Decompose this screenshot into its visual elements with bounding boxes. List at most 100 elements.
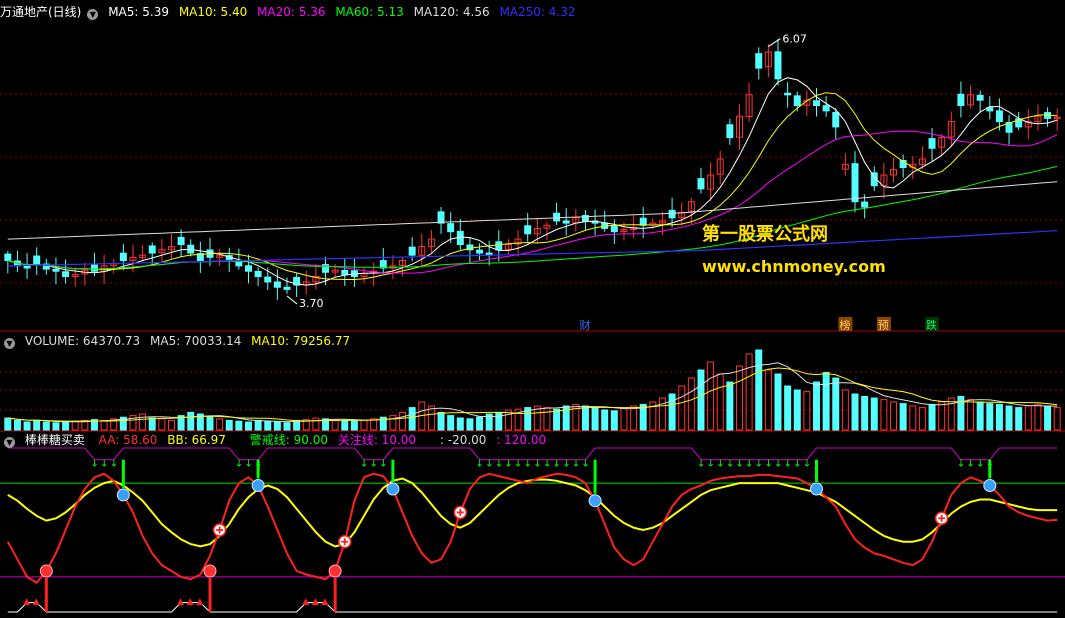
volume-bar xyxy=(139,413,147,431)
volume-bar xyxy=(986,403,994,431)
vol-ma10-label: MA10: 79256.77 xyxy=(251,334,351,348)
volume-bar xyxy=(851,393,859,431)
volume-bar xyxy=(206,416,214,431)
volume-bar xyxy=(408,407,416,431)
low-label: 3.70 xyxy=(299,297,324,310)
ma20-label: MA20: 5.36 xyxy=(257,5,326,19)
volume-bar xyxy=(668,393,676,431)
sell-arrow-icon: ↓ xyxy=(90,459,98,470)
volume-bar xyxy=(273,421,281,431)
sell-arrow-icon: ↓ xyxy=(764,459,772,470)
vol-ma5-label: MA5: 70033.14 xyxy=(150,334,242,348)
volume-bar xyxy=(187,411,195,431)
volume-bar xyxy=(687,377,695,431)
candle-body xyxy=(23,265,31,269)
volume-bar xyxy=(216,418,224,431)
sell-arrow-icon: ↓ xyxy=(793,459,801,470)
volume-bar xyxy=(23,421,31,431)
candle-body xyxy=(832,111,840,128)
buy-triangle-icon: ▲ xyxy=(322,597,329,607)
candle-body xyxy=(995,110,1003,123)
warning-line-label: 警戒线: 90.00 xyxy=(249,433,328,447)
candle-body xyxy=(639,217,647,226)
candle-body xyxy=(341,269,349,275)
sell-arrow-icon: ↓ xyxy=(495,459,503,470)
low-pointer xyxy=(286,295,298,305)
volume-label: VOLUME: 64370.73 xyxy=(24,334,141,348)
sell-arrow-icon: ↓ xyxy=(379,459,387,470)
signal-markers: ▲▲↓↓↓▲▲▲↓↓↓▲▲▲↓↓↓↓↓↓↓↓↓↓↓↓↓↓↓↓↓↓↓↓↓↓↓↓↓↓… xyxy=(23,459,997,612)
volume-bar xyxy=(350,420,358,431)
chevron-down-icon[interactable]: ▼ xyxy=(87,9,99,20)
candle-body xyxy=(774,51,782,80)
volume-bar xyxy=(928,403,936,431)
candle-body xyxy=(119,252,127,262)
candle-body xyxy=(283,286,291,290)
event-marker-die: 跌 xyxy=(926,318,937,332)
volume-bar xyxy=(880,399,888,431)
sell-arrow-icon: ↓ xyxy=(553,459,561,470)
event-marker-bang: 榜 xyxy=(839,318,850,332)
sell-arrow-icon: ↓ xyxy=(572,459,580,470)
volume-bar xyxy=(755,349,763,431)
sell-arrow-icon: ↓ xyxy=(524,459,532,470)
sell-arrow-icon: ↓ xyxy=(716,459,724,470)
volume-bar xyxy=(832,377,840,431)
candle-body xyxy=(476,249,484,254)
sell-arrow-icon: ↓ xyxy=(244,459,252,470)
candle-body xyxy=(62,271,70,278)
volume-bar xyxy=(697,369,705,431)
volume-bar xyxy=(1053,407,1061,431)
candle-body xyxy=(976,94,984,101)
volume-bar xyxy=(456,417,464,431)
volume-bar xyxy=(476,416,484,431)
sell-arrow-icon: ↓ xyxy=(485,459,493,470)
sell-arrow-icon: ↓ xyxy=(562,459,570,470)
volume-panel-header: ▼ VOLUME: 64370.73 MA5: 70033.14 MA10: 7… xyxy=(0,333,356,349)
focus-line-label: 关注线: 10.00 xyxy=(337,433,417,447)
sell-arrow-icon: ↓ xyxy=(745,459,753,470)
candle-body xyxy=(408,246,416,256)
chevron-down-icon[interactable]: ▼ xyxy=(4,437,15,448)
volume-bar xyxy=(254,419,262,431)
volume-bar xyxy=(553,408,561,431)
volume-bar xyxy=(764,369,772,431)
candle-body xyxy=(697,178,705,190)
volume-bar xyxy=(774,373,782,431)
volume-bar xyxy=(803,391,811,431)
volume-bar xyxy=(995,403,1003,431)
watermark-title: 第一股票公式网 xyxy=(702,224,828,245)
sell-arrow-icon: ↓ xyxy=(110,459,118,470)
volume-bar xyxy=(591,407,599,431)
volume-bar xyxy=(745,353,753,431)
volume-bar xyxy=(399,411,407,431)
volume-bar xyxy=(331,419,339,431)
sell-arrow-icon: ↓ xyxy=(967,459,975,470)
volume-bar xyxy=(225,419,233,431)
candle-body xyxy=(52,268,60,272)
sell-arrow-icon: ↓ xyxy=(957,459,965,470)
price-panel-header: 万通地产(日线) ▼ MA5: 5.39 MA10: 5.40 MA20: 5.3… xyxy=(0,4,581,20)
chevron-down-icon[interactable]: ▼ xyxy=(4,338,15,349)
ma10-label: MA10: 5.40 xyxy=(178,5,248,19)
candle-body xyxy=(726,124,734,139)
volume-bar xyxy=(784,385,792,431)
sell-lollipop-icon xyxy=(983,478,997,492)
volume-bar xyxy=(42,421,50,431)
sell-arrow-icon: ↓ xyxy=(543,459,551,470)
sell-lollipop-icon xyxy=(251,478,265,492)
candle-body xyxy=(437,211,445,224)
sell-arrow-icon: ↓ xyxy=(735,459,743,470)
sell-arrow-icon: ↓ xyxy=(755,459,763,470)
buy-triangle-icon: ▲ xyxy=(302,597,309,607)
volume-bar xyxy=(235,420,243,431)
volume-bar xyxy=(447,415,455,431)
bb-label: BB: 66.97 xyxy=(167,433,226,447)
volume-bar xyxy=(890,401,898,431)
sell-arrow-icon: ↓ xyxy=(476,459,484,470)
candle-body xyxy=(447,223,455,233)
volume-bar xyxy=(1015,407,1023,431)
candle-body xyxy=(851,163,859,203)
volume-bar xyxy=(726,381,734,431)
volume-bar xyxy=(822,371,830,431)
